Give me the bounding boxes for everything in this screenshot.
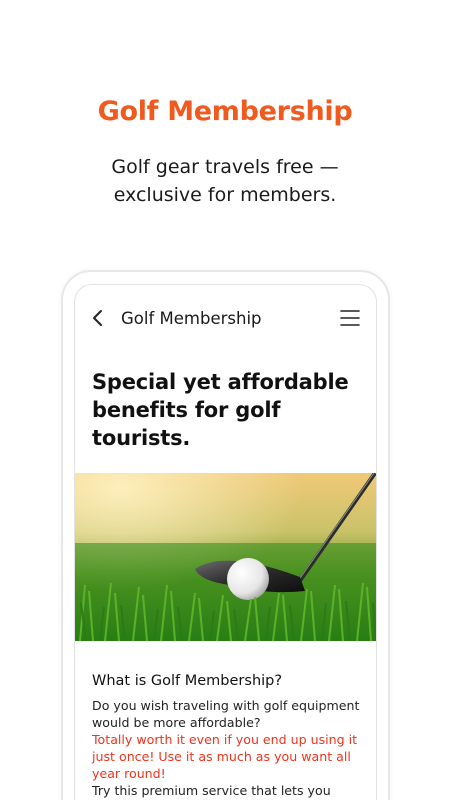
promo-title: Golf Membership (97, 96, 353, 127)
hamburger-menu-icon (340, 310, 360, 326)
description-paragraph-1: Do you wish traveling with golf equipmen… (92, 698, 360, 730)
golf-ball-club-illustration (75, 473, 376, 641)
promo-subtitle: Golf gear travels free — exclusive for m… (0, 153, 450, 209)
chevron-left-icon (93, 310, 102, 326)
app-bar-title: Golf Membership (121, 309, 262, 328)
description-text: Do you wish traveling with golf equipmen… (92, 697, 367, 800)
description-highlight: Totally worth it even if you end up usin… (92, 732, 358, 781)
phone-screen: Golf Membership Special yet affordable b… (74, 284, 377, 800)
menu-button[interactable] (340, 309, 360, 327)
page-headline: Special yet affordable benefits for golf… (92, 370, 349, 450)
description-paragraph-3: Try this premium service that lets you c… (92, 783, 331, 798)
back-button[interactable] (87, 307, 109, 329)
promo-subtitle-line-1: Golf gear travels free — (111, 156, 339, 178)
promo-subtitle-line-2: exclusive for members. (113, 184, 337, 206)
section-title: What is Golf Membership? (92, 673, 283, 689)
hero-image-golf (75, 473, 376, 641)
app-bar: Golf Membership (75, 285, 376, 353)
